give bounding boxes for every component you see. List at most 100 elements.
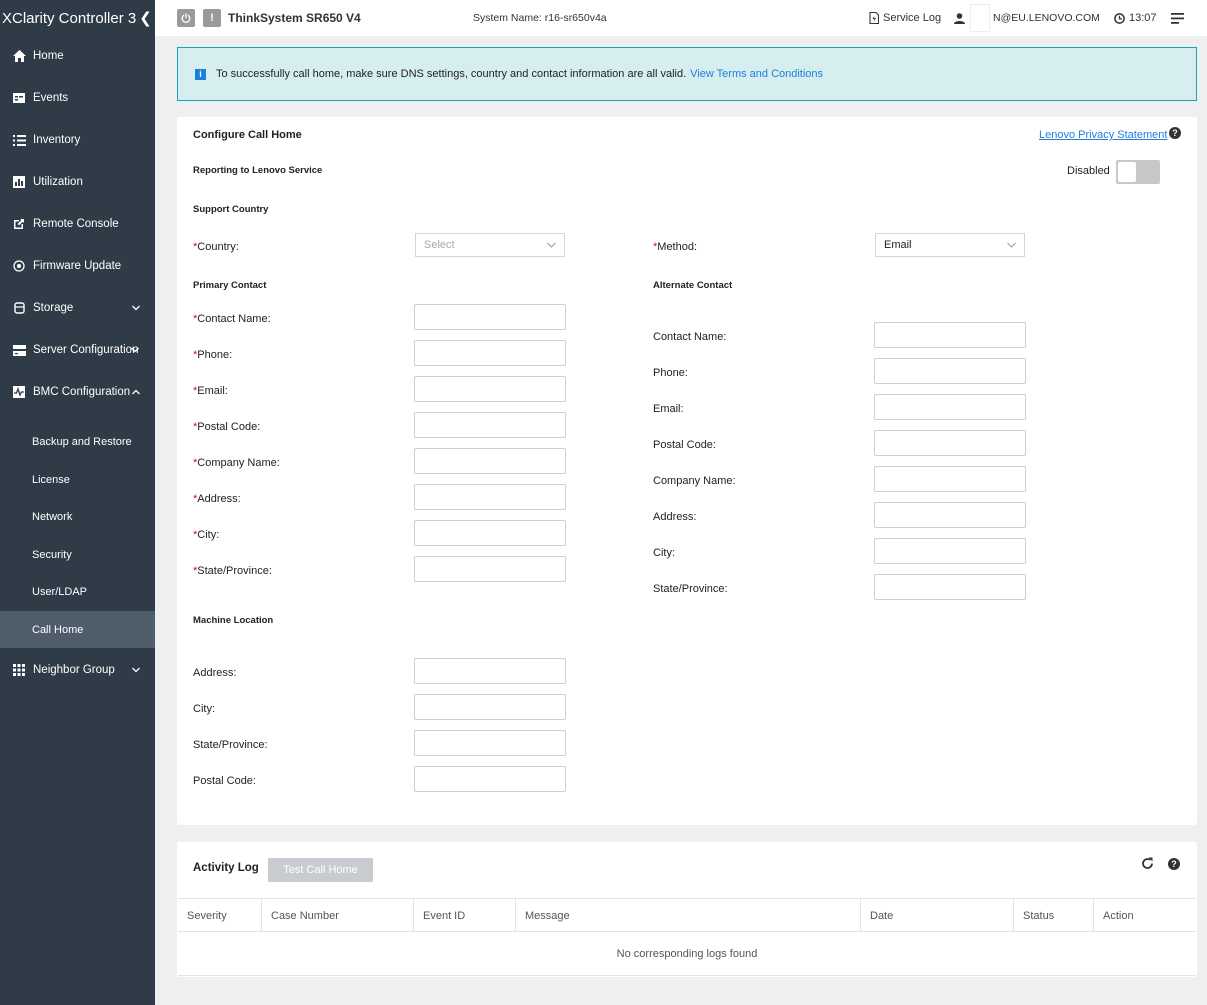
alternate-email-label: Email: [653, 403, 684, 415]
machine-address-input[interactable] [414, 658, 566, 684]
help-icon[interactable]: ? [1169, 127, 1181, 139]
machine-address-label: Address: [193, 667, 237, 679]
column-header-status[interactable]: Status [1014, 899, 1094, 932]
primary-address-label: *Address: [193, 493, 241, 505]
country-placeholder: Select [424, 239, 455, 251]
sidebar-item-label: Events [33, 92, 69, 104]
sidebar-subitem-call-home[interactable]: Call Home [0, 611, 155, 648]
power-button[interactable] [177, 0, 195, 36]
column-header-date[interactable]: Date [861, 899, 1014, 932]
alternate-contact-title: Alternate Contact [653, 280, 733, 291]
alternate-address-label: Address: [653, 511, 697, 523]
service-log-link[interactable]: Service Log [869, 0, 941, 36]
chevron-down-icon [1007, 239, 1016, 251]
service-log-icon [869, 12, 879, 24]
storage-icon [12, 301, 26, 315]
sidebar-item-server-configuration[interactable]: Server Configuration [0, 330, 155, 370]
power-icon [177, 9, 195, 27]
home-icon [12, 49, 26, 63]
alternate-contact-name-input[interactable] [874, 322, 1026, 348]
sidebar-item-inventory[interactable]: Inventory [0, 120, 155, 160]
server-icon [12, 343, 26, 357]
sidebar-item-label: Utilization [33, 176, 83, 188]
sidebar-subitem-license[interactable]: License [0, 461, 155, 498]
sidebar: XClarity Controller 3 ❮ Home Events Inve… [0, 0, 155, 1005]
alternate-postal-code-label: Postal Code: [653, 439, 716, 451]
sidebar-item-label: Remote Console [33, 218, 119, 230]
alternate-address-input[interactable] [874, 502, 1026, 528]
primary-phone-input[interactable] [414, 340, 566, 366]
sidebar-item-events[interactable]: Events [0, 78, 155, 118]
sidebar-subitem-network[interactable]: Network [0, 498, 155, 535]
primary-address-input[interactable] [414, 484, 566, 510]
alert-button[interactable]: ! [203, 0, 221, 36]
sidebar-item-label: Network [32, 510, 73, 523]
column-header-message[interactable]: Message [516, 899, 861, 932]
column-header-case-number[interactable]: Case Number [262, 899, 414, 932]
chevron-down-icon [131, 344, 139, 356]
sidebar-item-label: Firmware Update [33, 260, 122, 272]
sidebar-item-utilization[interactable]: Utilization [0, 162, 155, 202]
primary-city-input[interactable] [414, 520, 566, 546]
machine-postal-code-input[interactable] [414, 766, 566, 792]
primary-email-input[interactable] [414, 376, 566, 402]
activity-log-title: Activity Log [193, 862, 259, 874]
column-header-severity[interactable]: Severity [178, 899, 262, 932]
info-banner: i To successfully call home, make sure D… [177, 47, 1197, 101]
chevron-down-icon [132, 302, 140, 314]
field-label: Address: [197, 493, 241, 505]
alternate-email-input[interactable] [874, 394, 1026, 420]
sidebar-item-home[interactable]: Home [0, 36, 155, 76]
refresh-icon[interactable] [1141, 857, 1154, 873]
user-name[interactable]: N@EU.LENOVO.COM [993, 0, 1100, 36]
machine-state-input[interactable] [414, 730, 566, 756]
primary-contact-name-input[interactable] [414, 304, 566, 330]
sidebar-subitem-user-ldap[interactable]: User/LDAP [0, 573, 155, 610]
test-call-home-button[interactable]: Test Call Home [268, 858, 373, 882]
menu-icon[interactable] [1171, 0, 1184, 36]
alternate-postal-code-input[interactable] [874, 430, 1026, 456]
field-label: State/Province: [197, 565, 272, 577]
primary-state-label: *State/Province: [193, 565, 272, 577]
method-select[interactable]: Email [875, 233, 1025, 257]
terms-link[interactable]: View Terms and Conditions [690, 68, 823, 80]
column-header-event-id[interactable]: Event ID [414, 899, 516, 932]
events-icon [12, 91, 26, 105]
alternate-state-input[interactable] [874, 574, 1026, 600]
alternate-state-label: State/Province: [653, 583, 728, 595]
alternate-company-name-input[interactable] [874, 466, 1026, 492]
sidebar-item-firmware-update[interactable]: Firmware Update [0, 246, 155, 286]
country-label-text: Country: [197, 241, 239, 253]
grid-icon [12, 663, 26, 677]
alternate-city-input[interactable] [874, 538, 1026, 564]
sidebar-item-bmc-configuration[interactable]: BMC Configuration [0, 372, 155, 412]
sidebar-item-label: Home [33, 50, 64, 62]
help-icon[interactable]: ? [1168, 858, 1180, 870]
sidebar-subitem-backup-and-restore[interactable]: Backup and Restore [0, 423, 155, 460]
machine-city-input[interactable] [414, 694, 566, 720]
sidebar-subitem-security[interactable]: Security [0, 536, 155, 573]
sidebar-item-label: BMC Configuration [33, 386, 131, 398]
user-icon[interactable] [954, 0, 965, 36]
method-label: *Method: [653, 241, 697, 253]
method-value: Email [884, 239, 912, 251]
primary-state-input[interactable] [414, 556, 566, 582]
sidebar-item-neighbor-group[interactable]: Neighbor Group [0, 650, 155, 690]
alternate-company-name-label: Company Name: [653, 475, 736, 487]
country-label: *Country: [193, 241, 239, 253]
column-header-action[interactable]: Action [1094, 899, 1196, 932]
primary-postal-code-input[interactable] [414, 412, 566, 438]
system-name: System Name: r16-sr650v4a [473, 12, 607, 24]
primary-company-name-label: *Company Name: [193, 457, 280, 469]
privacy-statement-link[interactable]: Lenovo Privacy Statement [1039, 129, 1167, 141]
country-select[interactable]: Select [415, 233, 565, 257]
sidebar-item-remote-console[interactable]: Remote Console [0, 204, 155, 244]
primary-company-name-input[interactable] [414, 448, 566, 474]
activity-log-card: Activity Log Test Call Home ? Severity C… [177, 842, 1197, 977]
call-home-toggle[interactable] [1116, 160, 1160, 184]
main-content: i To successfully call home, make sure D… [155, 36, 1207, 1005]
alternate-phone-input[interactable] [874, 358, 1026, 384]
collapse-sidebar-icon[interactable]: ❮ [139, 9, 152, 27]
alternate-phone-label: Phone: [653, 367, 688, 379]
sidebar-item-storage[interactable]: Storage [0, 288, 155, 328]
